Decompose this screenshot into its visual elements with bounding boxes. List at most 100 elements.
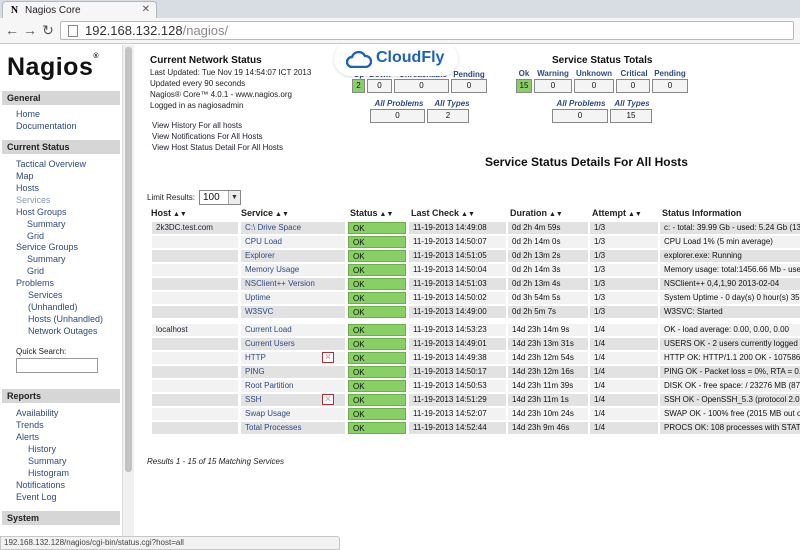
close-tab-icon[interactable]: ✕	[142, 4, 150, 15]
nav-host-groups-summary[interactable]: Summary	[27, 219, 66, 229]
svc-all-types-count[interactable]: 15	[610, 109, 652, 123]
host-count-up[interactable]: 2	[352, 79, 365, 93]
limit-results-select[interactable]: 100 ▼	[199, 190, 241, 205]
sort-arrows-icon[interactable]: ▲▼	[380, 211, 394, 218]
service-name-link[interactable]: Memory Usage	[241, 264, 345, 276]
nav-service-groups-grid[interactable]: Grid	[27, 266, 44, 276]
browser-tab[interactable]: N Nagios Core ✕	[2, 1, 157, 18]
service-name-link[interactable]: Root Partition	[241, 380, 345, 392]
reload-icon[interactable]: ↻	[40, 22, 56, 38]
nav-map[interactable]: Map	[16, 171, 34, 181]
svc-count-pending[interactable]: 0	[652, 79, 688, 93]
link-view-notifications[interactable]: View Notifications For All Hosts	[152, 132, 263, 141]
status-badge: OK	[348, 278, 406, 290]
host-all-problems-count[interactable]: 0	[370, 109, 425, 123]
host-all-types-count[interactable]: 2	[427, 109, 469, 123]
service-name-link[interactable]: PING	[241, 366, 345, 378]
nav-notifications[interactable]: Notifications	[16, 480, 65, 490]
host-count-pending[interactable]: 0	[451, 79, 487, 93]
nagios-logo[interactable]: Nagios®	[7, 53, 99, 82]
nav-problems-services[interactable]: Services	[28, 290, 63, 300]
link-view-host-status[interactable]: View Host Status Detail For All Hosts	[152, 143, 283, 152]
service-name-link[interactable]: Explorer	[241, 250, 345, 262]
performance-graph-icon[interactable]: ⛌	[322, 394, 334, 405]
service-name-link[interactable]: Uptime	[241, 292, 345, 304]
host-name-link[interactable]: localhost	[152, 324, 238, 336]
nav-trends[interactable]: Trends	[16, 420, 44, 430]
service-name-link[interactable]: Total Processes	[241, 422, 345, 434]
nav-tactical-overview[interactable]: Tactical Overview	[16, 159, 86, 169]
sort-arrows-icon[interactable]: ▲▼	[275, 211, 289, 218]
svc-count-unknown[interactable]: 0	[574, 79, 614, 93]
table-row: CPU Load OK 11-19-2013 14:50:07 0d 2h 14m 0…	[147, 236, 800, 249]
nav-problems-unhandled[interactable]: (Unhandled)	[28, 302, 78, 312]
link-view-history[interactable]: View History For all hosts	[152, 121, 242, 130]
host-all-types-label[interactable]: All Types	[430, 99, 474, 108]
quick-search-input[interactable]	[16, 358, 98, 373]
scrollbar-thumb[interactable]	[125, 47, 132, 472]
col-head-status-info[interactable]: Status Information	[662, 208, 742, 218]
chevron-down-icon[interactable]: ▼	[228, 191, 240, 204]
nav-alerts-history[interactable]: History	[28, 444, 56, 454]
host-col-pending[interactable]: Pending	[450, 70, 488, 79]
svc-col-unknown[interactable]: Unknown	[573, 69, 615, 78]
sidebar-scrollbar[interactable]	[122, 45, 134, 550]
nav-documentation[interactable]: Documentation	[16, 121, 77, 131]
svc-count-ok[interactable]: 15	[516, 79, 532, 93]
svc-all-problems-count[interactable]: 0	[552, 109, 608, 123]
attempt-value: 1/3	[590, 306, 658, 318]
svc-count-warning[interactable]: 0	[534, 79, 572, 93]
service-name-link[interactable]: Swap Usage	[241, 408, 345, 420]
sort-arrows-icon[interactable]: ▲▼	[461, 211, 475, 218]
service-name-link[interactable]: W3SVC	[241, 306, 345, 318]
service-name-link[interactable]: Current Users	[241, 338, 345, 350]
nav-service-groups[interactable]: Service Groups	[16, 242, 78, 252]
nav-service-groups-summary[interactable]: Summary	[27, 254, 66, 264]
svc-count-critical[interactable]: 0	[616, 79, 650, 93]
host-count-unreachable[interactable]: 0	[394, 79, 449, 93]
nav-alerts[interactable]: Alerts	[16, 432, 39, 442]
service-name-link[interactable]: NSClient++ Version	[241, 278, 345, 290]
svc-col-ok[interactable]: Ok	[516, 69, 532, 78]
nav-availability[interactable]: Availability	[16, 408, 58, 418]
sort-arrows-icon[interactable]: ▲▼	[173, 211, 187, 218]
service-name-link[interactable]: Current Load	[241, 324, 345, 336]
forward-arrow-icon[interactable]: →	[22, 22, 38, 38]
svc-col-pending[interactable]: Pending	[651, 69, 689, 78]
duration-value: 0d 2h 14m 3s	[508, 264, 588, 276]
svc-col-critical[interactable]: Critical	[618, 69, 650, 78]
nav-network-outages[interactable]: Network Outages	[28, 326, 98, 336]
col-head-host[interactable]: Host ▲▼	[151, 208, 187, 218]
nav-services[interactable]: Services	[16, 195, 51, 205]
status-information: CPU Load 1% (5 min average)	[660, 236, 800, 248]
nav-problems[interactable]: Problems	[16, 278, 54, 288]
back-arrow-icon[interactable]: ←	[4, 22, 20, 38]
col-head-status[interactable]: Status ▲▼	[350, 208, 393, 218]
service-name-link[interactable]: CPU Load	[241, 236, 345, 248]
host-name-link[interactable]: 2k3DC.test.com	[152, 222, 238, 234]
address-bar[interactable]: 192.168.132.128/nagios/	[60, 21, 794, 40]
sort-arrows-icon[interactable]: ▲▼	[628, 211, 642, 218]
nav-hosts-unhandled[interactable]: Hosts (Unhandled)	[28, 314, 103, 324]
host-count-down[interactable]: 0	[367, 79, 392, 93]
svc-all-types-label[interactable]: All Types	[612, 99, 652, 108]
sort-arrows-icon[interactable]: ▲▼	[549, 211, 563, 218]
performance-graph-icon[interactable]: ⛌	[322, 352, 334, 363]
svc-col-warning[interactable]: Warning	[534, 69, 572, 78]
nav-home[interactable]: Home	[16, 109, 40, 119]
nav-hosts[interactable]: Hosts	[16, 183, 39, 193]
svc-all-problems-label[interactable]: All Problems	[552, 99, 610, 108]
col-head-duration[interactable]: Duration ▲▼	[510, 208, 563, 218]
host-all-problems-label[interactable]: All Problems	[370, 99, 428, 108]
nav-host-groups-grid[interactable]: Grid	[27, 231, 44, 241]
duration-value: 14d 23h 13m 31s	[508, 338, 588, 350]
col-head-attempt[interactable]: Attempt ▲▼	[592, 208, 642, 218]
service-name-link[interactable]: C:\ Drive Space	[241, 222, 345, 234]
duration-value: 14d 23h 12m 16s	[508, 366, 588, 378]
col-head-service[interactable]: Service ▲▼	[241, 208, 289, 218]
nav-alerts-summary[interactable]: Summary	[28, 456, 67, 466]
nav-host-groups[interactable]: Host Groups	[16, 207, 67, 217]
nav-alerts-histogram[interactable]: Histogram	[28, 468, 69, 478]
nav-event-log[interactable]: Event Log	[16, 492, 57, 502]
col-head-last-check[interactable]: Last Check ▲▼	[411, 208, 475, 218]
